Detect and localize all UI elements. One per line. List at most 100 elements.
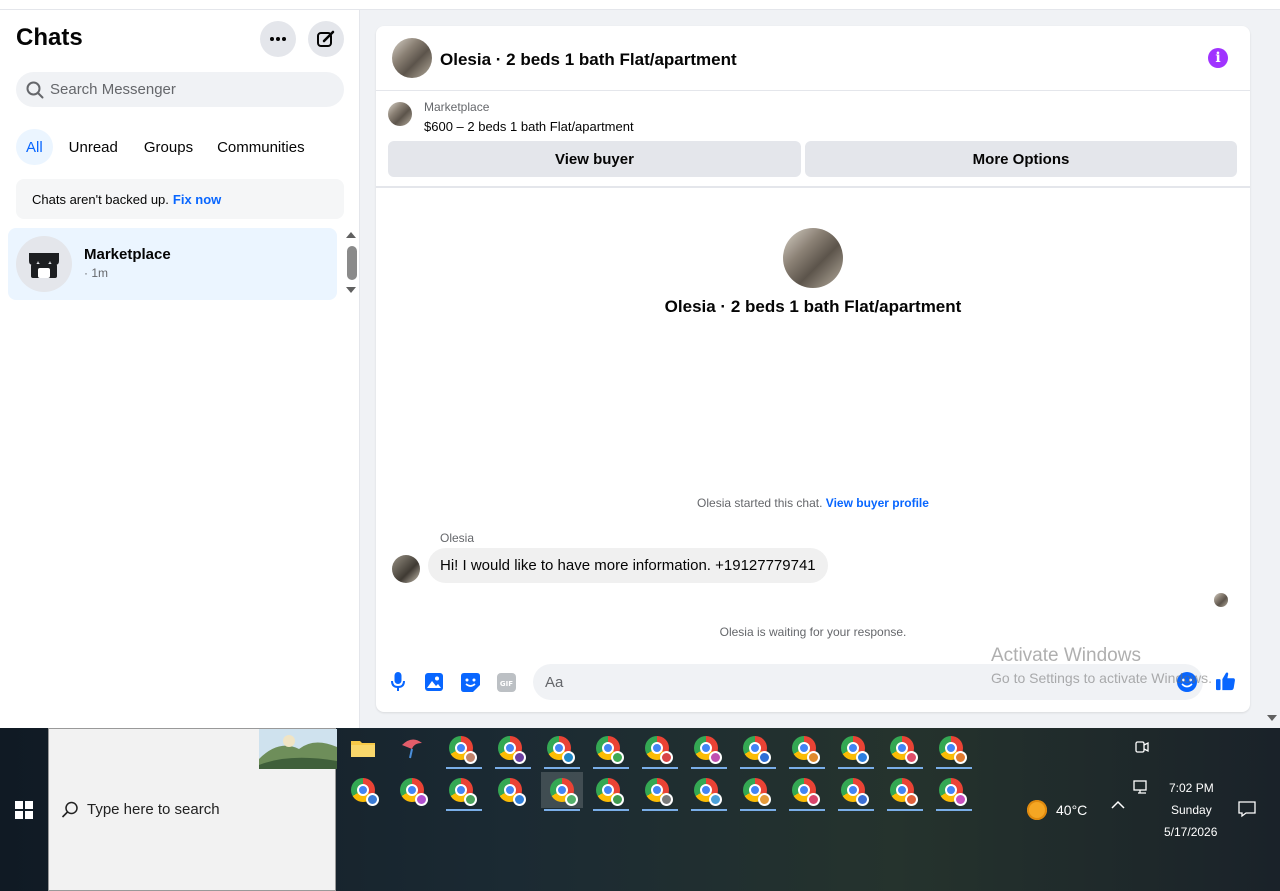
taskbar-search-icon: [61, 801, 79, 824]
file-explorer-taskbar-button[interactable]: [345, 730, 381, 766]
clock-time[interactable]: 7:02 PM: [1169, 781, 1214, 795]
chrome-icon: [449, 778, 477, 806]
chrome-icon: [645, 778, 673, 806]
chrome-taskbar-button-7[interactable]: [737, 730, 776, 769]
clock-date[interactable]: 5/17/2026: [1164, 825, 1217, 839]
temperature[interactable]: 40°C: [1056, 802, 1087, 818]
folder-icon: [351, 741, 375, 757]
chrome-icon: [694, 736, 722, 764]
chrome-icon: [547, 736, 575, 764]
conversation-big-avatar: [783, 228, 843, 288]
chat-list-item[interactable]: Marketplace · 1m: [8, 228, 337, 300]
chrome-taskbar-button-24[interactable]: [933, 772, 972, 811]
header-divider: [376, 186, 1250, 188]
chrome-icon: [792, 778, 820, 806]
chevron-up-icon: [1111, 800, 1125, 809]
like-button[interactable]: [1216, 671, 1236, 691]
chrome-icon: [400, 778, 428, 806]
weather-icon[interactable]: [1027, 800, 1047, 820]
chrome-taskbar-button-15[interactable]: [492, 772, 528, 808]
info-icon[interactable]: i: [1208, 48, 1228, 68]
chrome-taskbar-button-12[interactable]: [345, 772, 381, 808]
chrome-icon: [890, 778, 918, 806]
message-bubble[interactable]: Hi! I would like to have more informatio…: [428, 548, 828, 583]
chrome-taskbar-button-16[interactable]: [541, 772, 583, 811]
chrome-taskbar-button-17[interactable]: [590, 772, 629, 811]
chrome-taskbar-button-2[interactable]: [492, 730, 531, 769]
gif-button[interactable]: GIF: [496, 672, 516, 692]
filter-groups[interactable]: Groups: [134, 129, 207, 165]
start-button[interactable]: [15, 801, 33, 819]
chrome-taskbar-button-8[interactable]: [786, 730, 825, 769]
more-options-listing-button[interactable]: More Options: [805, 141, 1237, 177]
notifications-button[interactable]: [1238, 800, 1256, 821]
notification-icon: [1238, 801, 1256, 818]
scroll-down-arrow[interactable]: [346, 287, 356, 293]
chrome-taskbar-button-11[interactable]: [933, 730, 972, 769]
network-button[interactable]: [1133, 780, 1151, 799]
sticker-button[interactable]: [460, 672, 480, 692]
chrome-taskbar-button-10[interactable]: [884, 730, 923, 769]
chrome-icon: [890, 736, 918, 764]
chrome-taskbar-button-23[interactable]: [884, 772, 923, 811]
marketplace-label: Marketplace: [424, 100, 490, 114]
chrome-icon: [939, 778, 967, 806]
chrome-icon: [792, 736, 820, 764]
more-dots-icon: [270, 37, 286, 41]
messenger-app: Chats All Unread Groups Communities Chat…: [0, 0, 1280, 728]
listing-price[interactable]: $600 – 2 beds 1 bath Flat/apartment: [424, 119, 634, 134]
view-buyer-button[interactable]: View buyer: [388, 141, 801, 177]
chrome-taskbar-button-20[interactable]: [737, 772, 776, 811]
page-scroll-down-arrow[interactable]: [1267, 715, 1277, 721]
chrome-icon: [645, 736, 673, 764]
chrome-icon: [841, 736, 869, 764]
chrome-taskbar-button-5[interactable]: [639, 730, 678, 769]
voice-clip-button[interactable]: [388, 672, 408, 692]
more-options-button[interactable]: [260, 21, 296, 57]
new-message-button[interactable]: [308, 21, 344, 57]
paint-taskbar-button[interactable]: [394, 730, 430, 766]
conversation-header: Olesia · 2 beds 1 bath Flat/apartment i: [376, 26, 1250, 91]
chrome-taskbar-button-22[interactable]: [835, 772, 874, 811]
filter-communities[interactable]: Communities: [207, 129, 315, 165]
chat-name: Marketplace: [84, 246, 171, 263]
sender-avatar[interactable]: [392, 555, 420, 583]
network-icon: [1133, 780, 1147, 794]
search-icon: [26, 81, 44, 98]
chrome-taskbar-button-3[interactable]: [541, 730, 580, 769]
search-highlight-image: [259, 729, 337, 769]
conversation-title[interactable]: Olesia · 2 beds 1 bath Flat/apartment: [440, 50, 737, 70]
filter-all[interactable]: All: [16, 129, 53, 165]
attach-photo-button[interactable]: [424, 672, 444, 692]
meet-now-button[interactable]: [1135, 740, 1149, 757]
chrome-taskbar-button-6[interactable]: [688, 730, 727, 769]
chrome-taskbar-button-9[interactable]: [835, 730, 874, 769]
listing-avatar[interactable]: [392, 38, 432, 78]
thumbs-up-icon: [1216, 672, 1235, 691]
chrome-taskbar-button-4[interactable]: [590, 730, 629, 769]
chrome-taskbar-button-19[interactable]: [688, 772, 727, 811]
chrome-taskbar-button-18[interactable]: [639, 772, 678, 811]
chrome-taskbar-button-14[interactable]: [443, 772, 482, 811]
taskbar-search-input[interactable]: [87, 801, 307, 818]
show-hidden-icons-button[interactable]: [1111, 798, 1125, 813]
chrome-taskbar-button-13[interactable]: [394, 772, 430, 808]
search-bar[interactable]: [16, 72, 344, 107]
scroll-up-arrow[interactable]: [346, 232, 356, 238]
filter-unread[interactable]: Unread: [53, 129, 134, 165]
clock-day[interactable]: Sunday: [1171, 803, 1212, 817]
listing-thumbnail[interactable]: [388, 102, 412, 126]
sidebar-scrollbar[interactable]: [347, 246, 357, 280]
chrome-icon: [596, 736, 624, 764]
compose-icon: [317, 30, 335, 47]
chrome-icon: [743, 778, 771, 806]
chrome-taskbar-button-21[interactable]: [786, 772, 825, 811]
chrome-taskbar-button-1[interactable]: [443, 730, 482, 769]
view-buyer-profile-link[interactable]: View buyer profile: [826, 496, 929, 510]
taskbar-search-box[interactable]: [48, 728, 337, 891]
sticker-icon: [460, 672, 480, 692]
search-input[interactable]: [50, 81, 330, 98]
fix-now-link[interactable]: Fix now: [173, 192, 221, 207]
windows-taskbar: 40°C 7:02 PM Sunday 5/17/2026: [0, 728, 1280, 891]
chrome-icon: [694, 778, 722, 806]
